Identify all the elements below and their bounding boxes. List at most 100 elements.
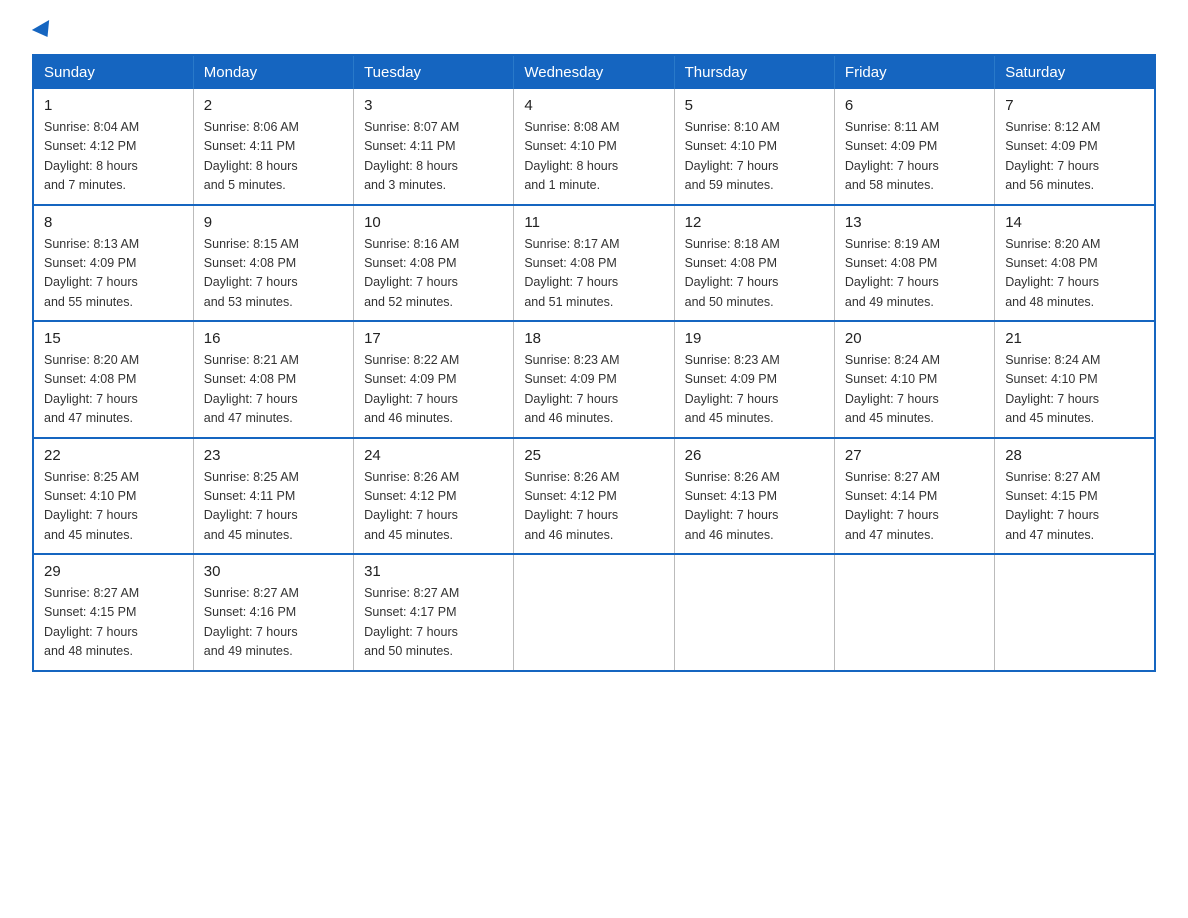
calendar-week-row: 1 Sunrise: 8:04 AMSunset: 4:12 PMDayligh…	[33, 89, 1155, 205]
day-info: Sunrise: 8:12 AMSunset: 4:09 PMDaylight:…	[1005, 120, 1100, 192]
calendar-cell: 15 Sunrise: 8:20 AMSunset: 4:08 PMDaylig…	[33, 321, 193, 438]
day-info: Sunrise: 8:23 AMSunset: 4:09 PMDaylight:…	[685, 353, 780, 425]
day-number: 23	[204, 447, 343, 464]
calendar-cell: 11 Sunrise: 8:17 AMSunset: 4:08 PMDaylig…	[514, 205, 674, 322]
calendar-cell: 27 Sunrise: 8:27 AMSunset: 4:14 PMDaylig…	[834, 438, 994, 555]
calendar-cell: 1 Sunrise: 8:04 AMSunset: 4:12 PMDayligh…	[33, 89, 193, 205]
calendar-cell: 4 Sunrise: 8:08 AMSunset: 4:10 PMDayligh…	[514, 89, 674, 205]
calendar-cell: 12 Sunrise: 8:18 AMSunset: 4:08 PMDaylig…	[674, 205, 834, 322]
calendar-cell: 7 Sunrise: 8:12 AMSunset: 4:09 PMDayligh…	[995, 89, 1155, 205]
day-info: Sunrise: 8:11 AMSunset: 4:09 PMDaylight:…	[845, 120, 939, 192]
day-number: 30	[204, 563, 343, 580]
calendar-cell: 19 Sunrise: 8:23 AMSunset: 4:09 PMDaylig…	[674, 321, 834, 438]
day-number: 1	[44, 97, 183, 114]
calendar-day-header: Sunday	[33, 55, 193, 89]
day-number: 16	[204, 330, 343, 347]
calendar-cell	[995, 554, 1155, 671]
calendar-cell: 8 Sunrise: 8:13 AMSunset: 4:09 PMDayligh…	[33, 205, 193, 322]
day-info: Sunrise: 8:24 AMSunset: 4:10 PMDaylight:…	[1005, 353, 1100, 425]
day-number: 19	[685, 330, 824, 347]
day-info: Sunrise: 8:17 AMSunset: 4:08 PMDaylight:…	[524, 237, 619, 309]
calendar-week-row: 22 Sunrise: 8:25 AMSunset: 4:10 PMDaylig…	[33, 438, 1155, 555]
calendar-cell: 22 Sunrise: 8:25 AMSunset: 4:10 PMDaylig…	[33, 438, 193, 555]
calendar-cell: 30 Sunrise: 8:27 AMSunset: 4:16 PMDaylig…	[193, 554, 353, 671]
calendar-cell: 9 Sunrise: 8:15 AMSunset: 4:08 PMDayligh…	[193, 205, 353, 322]
calendar-cell: 3 Sunrise: 8:07 AMSunset: 4:11 PMDayligh…	[354, 89, 514, 205]
day-number: 21	[1005, 330, 1144, 347]
day-number: 18	[524, 330, 663, 347]
calendar-header-row: SundayMondayTuesdayWednesdayThursdayFrid…	[33, 55, 1155, 89]
day-info: Sunrise: 8:26 AMSunset: 4:12 PMDaylight:…	[364, 470, 459, 542]
day-number: 11	[524, 214, 663, 231]
calendar-day-header: Wednesday	[514, 55, 674, 89]
calendar-week-row: 8 Sunrise: 8:13 AMSunset: 4:09 PMDayligh…	[33, 205, 1155, 322]
day-number: 2	[204, 97, 343, 114]
day-number: 7	[1005, 97, 1144, 114]
day-info: Sunrise: 8:27 AMSunset: 4:16 PMDaylight:…	[204, 586, 299, 658]
calendar-cell: 18 Sunrise: 8:23 AMSunset: 4:09 PMDaylig…	[514, 321, 674, 438]
calendar-week-row: 29 Sunrise: 8:27 AMSunset: 4:15 PMDaylig…	[33, 554, 1155, 671]
day-info: Sunrise: 8:04 AMSunset: 4:12 PMDaylight:…	[44, 120, 139, 192]
day-info: Sunrise: 8:20 AMSunset: 4:08 PMDaylight:…	[44, 353, 139, 425]
day-info: Sunrise: 8:25 AMSunset: 4:11 PMDaylight:…	[204, 470, 299, 542]
day-info: Sunrise: 8:27 AMSunset: 4:14 PMDaylight:…	[845, 470, 940, 542]
day-info: Sunrise: 8:27 AMSunset: 4:15 PMDaylight:…	[1005, 470, 1100, 542]
day-info: Sunrise: 8:16 AMSunset: 4:08 PMDaylight:…	[364, 237, 459, 309]
day-number: 28	[1005, 447, 1144, 464]
calendar-day-header: Monday	[193, 55, 353, 89]
day-info: Sunrise: 8:27 AMSunset: 4:15 PMDaylight:…	[44, 586, 139, 658]
calendar-day-header: Tuesday	[354, 55, 514, 89]
calendar-table: SundayMondayTuesdayWednesdayThursdayFrid…	[32, 54, 1156, 672]
day-info: Sunrise: 8:08 AMSunset: 4:10 PMDaylight:…	[524, 120, 619, 192]
calendar-cell: 16 Sunrise: 8:21 AMSunset: 4:08 PMDaylig…	[193, 321, 353, 438]
day-number: 27	[845, 447, 984, 464]
logo-arrow-icon	[32, 20, 56, 42]
day-info: Sunrise: 8:15 AMSunset: 4:08 PMDaylight:…	[204, 237, 299, 309]
calendar-cell: 13 Sunrise: 8:19 AMSunset: 4:08 PMDaylig…	[834, 205, 994, 322]
day-number: 12	[685, 214, 824, 231]
calendar-cell: 26 Sunrise: 8:26 AMSunset: 4:13 PMDaylig…	[674, 438, 834, 555]
day-number: 29	[44, 563, 183, 580]
page-header	[32, 24, 1156, 38]
day-number: 13	[845, 214, 984, 231]
day-info: Sunrise: 8:21 AMSunset: 4:08 PMDaylight:…	[204, 353, 299, 425]
day-info: Sunrise: 8:10 AMSunset: 4:10 PMDaylight:…	[685, 120, 780, 192]
day-number: 3	[364, 97, 503, 114]
calendar-cell: 20 Sunrise: 8:24 AMSunset: 4:10 PMDaylig…	[834, 321, 994, 438]
calendar-cell	[674, 554, 834, 671]
day-info: Sunrise: 8:18 AMSunset: 4:08 PMDaylight:…	[685, 237, 780, 309]
calendar-day-header: Saturday	[995, 55, 1155, 89]
day-number: 24	[364, 447, 503, 464]
calendar-cell: 5 Sunrise: 8:10 AMSunset: 4:10 PMDayligh…	[674, 89, 834, 205]
calendar-week-row: 15 Sunrise: 8:20 AMSunset: 4:08 PMDaylig…	[33, 321, 1155, 438]
day-info: Sunrise: 8:20 AMSunset: 4:08 PMDaylight:…	[1005, 237, 1100, 309]
calendar-cell: 23 Sunrise: 8:25 AMSunset: 4:11 PMDaylig…	[193, 438, 353, 555]
calendar-cell: 28 Sunrise: 8:27 AMSunset: 4:15 PMDaylig…	[995, 438, 1155, 555]
calendar-cell: 25 Sunrise: 8:26 AMSunset: 4:12 PMDaylig…	[514, 438, 674, 555]
day-info: Sunrise: 8:06 AMSunset: 4:11 PMDaylight:…	[204, 120, 299, 192]
day-number: 22	[44, 447, 183, 464]
day-info: Sunrise: 8:26 AMSunset: 4:12 PMDaylight:…	[524, 470, 619, 542]
calendar-cell	[834, 554, 994, 671]
calendar-cell: 24 Sunrise: 8:26 AMSunset: 4:12 PMDaylig…	[354, 438, 514, 555]
day-info: Sunrise: 8:26 AMSunset: 4:13 PMDaylight:…	[685, 470, 780, 542]
calendar-cell: 10 Sunrise: 8:16 AMSunset: 4:08 PMDaylig…	[354, 205, 514, 322]
day-number: 9	[204, 214, 343, 231]
day-number: 14	[1005, 214, 1144, 231]
day-number: 20	[845, 330, 984, 347]
logo	[32, 24, 54, 38]
calendar-day-header: Thursday	[674, 55, 834, 89]
day-info: Sunrise: 8:24 AMSunset: 4:10 PMDaylight:…	[845, 353, 940, 425]
calendar-cell: 17 Sunrise: 8:22 AMSunset: 4:09 PMDaylig…	[354, 321, 514, 438]
day-number: 10	[364, 214, 503, 231]
day-number: 15	[44, 330, 183, 347]
day-info: Sunrise: 8:27 AMSunset: 4:17 PMDaylight:…	[364, 586, 459, 658]
day-info: Sunrise: 8:25 AMSunset: 4:10 PMDaylight:…	[44, 470, 139, 542]
day-info: Sunrise: 8:19 AMSunset: 4:08 PMDaylight:…	[845, 237, 940, 309]
day-info: Sunrise: 8:13 AMSunset: 4:09 PMDaylight:…	[44, 237, 139, 309]
calendar-cell: 29 Sunrise: 8:27 AMSunset: 4:15 PMDaylig…	[33, 554, 193, 671]
day-number: 26	[685, 447, 824, 464]
day-number: 6	[845, 97, 984, 114]
calendar-cell: 31 Sunrise: 8:27 AMSunset: 4:17 PMDaylig…	[354, 554, 514, 671]
day-number: 31	[364, 563, 503, 580]
